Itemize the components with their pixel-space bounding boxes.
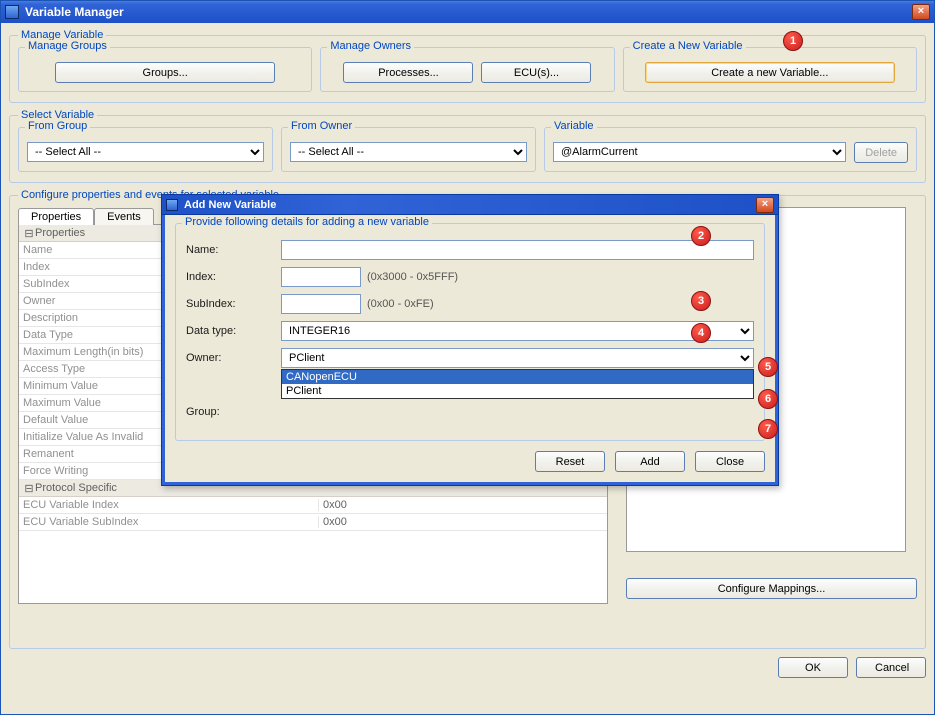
dialog-icon <box>166 199 178 211</box>
marker-3: 3 <box>691 291 711 311</box>
marker-4: 4 <box>691 323 711 343</box>
dialog-titlebar[interactable]: Add New Variable × <box>162 195 778 215</box>
delete-button[interactable]: Delete <box>854 142 908 163</box>
owner-option-pclient[interactable]: PClient <box>282 384 753 398</box>
add-button[interactable]: Add <box>615 451 685 472</box>
manage-groups-box: Manage Groups Groups... <box>18 47 312 92</box>
groups-button[interactable]: Groups... <box>55 62 275 83</box>
manage-groups-legend: Manage Groups <box>25 40 110 52</box>
variable-manager-window: Variable Manager × Manage Variable Manag… <box>0 0 935 715</box>
processes-button[interactable]: Processes... <box>343 62 473 83</box>
marker-2: 2 <box>691 226 711 246</box>
cancel-button[interactable]: Cancel <box>856 657 926 678</box>
variable-box: Variable @AlarmCurrent Delete <box>544 127 917 172</box>
propgrid-section-properties: Properties <box>35 227 85 239</box>
property-value[interactable]: 0x00 <box>319 516 607 528</box>
add-new-variable-dialog: Add New Variable × Provide following det… <box>161 194 779 486</box>
index-hint: (0x3000 - 0x5FFF) <box>367 271 458 283</box>
variable-select[interactable]: @AlarmCurrent <box>553 142 846 162</box>
property-key: ECU Variable SubIndex <box>19 516 319 528</box>
from-owner-box: From Owner -- Select All -- <box>281 127 536 172</box>
property-value[interactable]: 0x00 <box>319 499 607 511</box>
ok-button[interactable]: OK <box>778 657 848 678</box>
manage-owners-legend: Manage Owners <box>327 40 414 52</box>
marker-6: 6 <box>758 389 778 409</box>
owner-option-canopenecu[interactable]: CANopenECU <box>282 370 753 384</box>
dialog-fieldset: Provide following details for adding a n… <box>175 223 765 441</box>
subindex-input[interactable] <box>281 294 361 314</box>
window-close-button[interactable]: × <box>912 4 930 20</box>
propgrid-section-protocol: Protocol Specific <box>35 482 117 494</box>
owner-dropdown-list[interactable]: CANopenECU PClient <box>281 369 754 399</box>
ecus-button[interactable]: ECU(s)... <box>481 62 591 83</box>
reset-button[interactable]: Reset <box>535 451 605 472</box>
titlebar[interactable]: Variable Manager × <box>1 1 934 23</box>
from-owner-legend: From Owner <box>288 120 355 132</box>
datatype-select[interactable]: INTEGER16 <box>281 321 754 341</box>
variable-legend: Variable <box>551 120 597 132</box>
group-label: Group: <box>186 406 281 418</box>
name-label: Name: <box>186 244 281 256</box>
name-input[interactable] <box>281 240 754 260</box>
dialog-title: Add New Variable <box>184 199 756 211</box>
app-icon <box>5 5 19 19</box>
tab-properties[interactable]: Properties <box>18 208 94 225</box>
manage-owners-box: Manage Owners Processes... ECU(s)... <box>320 47 614 92</box>
subindex-label: SubIndex: <box>186 298 281 310</box>
select-variable-group: Select Variable From Group -- Select All… <box>9 109 926 183</box>
index-label: Index: <box>186 271 281 283</box>
tab-events[interactable]: Events <box>94 208 154 225</box>
marker-5: 5 <box>758 357 778 377</box>
create-new-variable-button[interactable]: Create a new Variable... <box>645 62 895 83</box>
from-owner-select[interactable]: -- Select All -- <box>290 142 527 162</box>
dialog-legend: Provide following details for adding a n… <box>182 216 432 228</box>
window-title: Variable Manager <box>25 5 912 19</box>
subindex-hint: (0x00 - 0xFE) <box>367 298 434 310</box>
marker-1: 1 <box>783 31 803 51</box>
property-key: ECU Variable Index <box>19 499 319 511</box>
index-input[interactable] <box>281 267 361 287</box>
marker-7: 7 <box>758 419 778 439</box>
configure-mappings-button[interactable]: Configure Mappings... <box>626 578 917 599</box>
from-group-select[interactable]: -- Select All -- <box>27 142 264 162</box>
datatype-label: Data type: <box>186 325 281 337</box>
create-new-variable-legend: Create a New Variable <box>630 40 746 52</box>
owner-label: Owner: <box>186 352 281 364</box>
property-row[interactable]: ECU Variable SubIndex0x00 <box>19 514 607 531</box>
property-row[interactable]: ECU Variable Index0x00 <box>19 497 607 514</box>
from-group-box: From Group -- Select All -- <box>18 127 273 172</box>
dialog-close-button[interactable]: × <box>756 197 774 213</box>
owner-select[interactable]: PClient <box>281 348 754 368</box>
create-new-variable-box: Create a New Variable Create a new Varia… <box>623 47 917 92</box>
close-button[interactable]: Close <box>695 451 765 472</box>
from-group-legend: From Group <box>25 120 90 132</box>
